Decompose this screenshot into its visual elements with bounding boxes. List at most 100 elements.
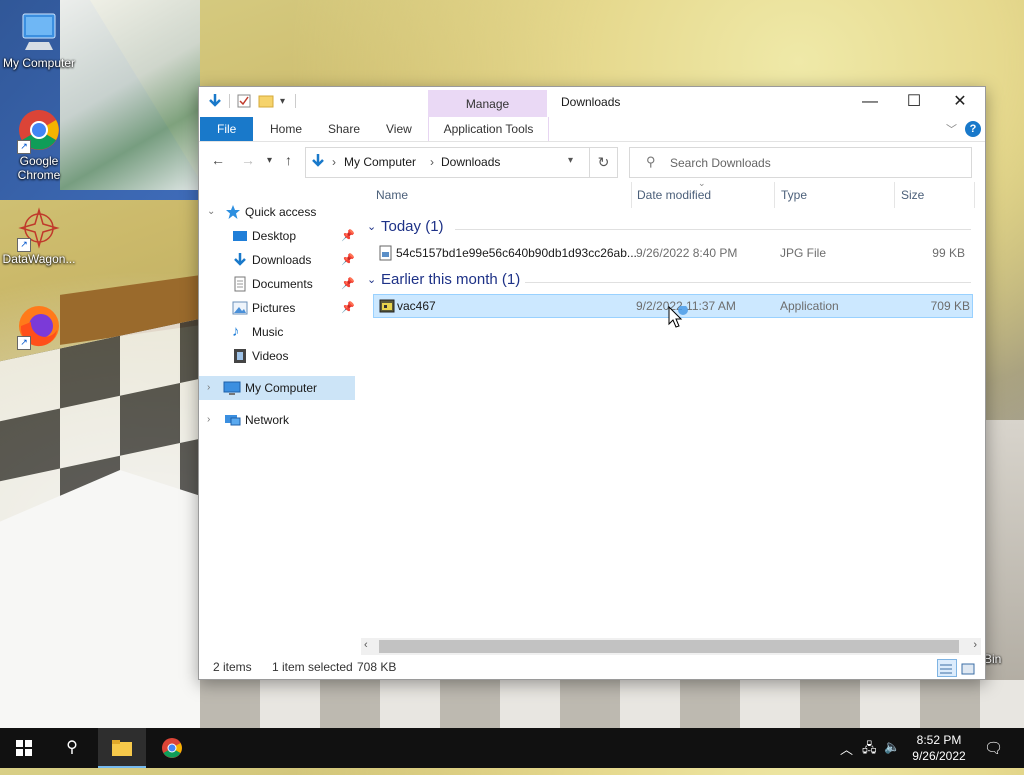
back-arrow-icon[interactable]: ←: [211, 152, 225, 168]
wallpaper-floor-bottom: [200, 680, 1024, 728]
horizontal-scrollbar[interactable]: ‹ ›: [361, 638, 981, 655]
details-view-icon[interactable]: [937, 659, 957, 677]
manage-context-tab[interactable]: Manage: [428, 90, 547, 117]
column-header-name[interactable]: Name: [376, 188, 408, 202]
breadcrumb-downloads[interactable]: Downloads: [441, 155, 500, 169]
column-separator[interactable]: [974, 182, 975, 208]
chevron-down-icon[interactable]: ⌄: [367, 273, 376, 286]
nav-item-documents[interactable]: Documents 📌: [199, 272, 355, 296]
volume-icon[interactable]: 🔈: [884, 739, 900, 755]
file-date: 9/26/2022 8:40 PM: [636, 246, 738, 260]
nav-item-videos[interactable]: Videos: [199, 344, 355, 368]
search-input[interactable]: ⚲ Search Downloads: [629, 147, 972, 178]
maximize-button[interactable]: ☐: [891, 87, 937, 117]
column-separator[interactable]: [631, 182, 632, 208]
wallpaper-painting: [60, 0, 200, 190]
desktop-icon-my-computer[interactable]: My Computer: [1, 10, 77, 70]
chevron-down-icon[interactable]: ▾: [568, 155, 573, 166]
column-header-size[interactable]: Size: [901, 188, 924, 202]
clock-date: 9/26/2022: [912, 749, 966, 763]
system-clock[interactable]: 8:52 PM 9/26/2022: [905, 732, 973, 764]
large-icons-view-icon[interactable]: [959, 659, 979, 677]
separator: [295, 94, 297, 108]
film-icon: [232, 348, 248, 364]
help-icon[interactable]: ?: [965, 121, 981, 137]
chevron-down-icon[interactable]: ⌄: [207, 200, 215, 224]
chevron-right-icon[interactable]: ›: [207, 376, 210, 400]
application-icon: [379, 298, 395, 321]
scroll-left-icon[interactable]: ‹: [364, 639, 368, 651]
breadcrumb-separator: ›: [430, 155, 434, 169]
group-title: Earlier this month (1): [381, 271, 521, 288]
scroll-right-icon[interactable]: ›: [973, 639, 977, 651]
nav-item-downloads[interactable]: Downloads 📌: [199, 248, 355, 272]
expand-ribbon-icon[interactable]: ﹀: [946, 121, 957, 137]
forward-arrow-icon[interactable]: →: [241, 152, 255, 168]
tab-view[interactable]: View: [375, 117, 423, 141]
nav-item-pictures[interactable]: Pictures 📌: [199, 296, 355, 320]
tab-home[interactable]: Home: [259, 117, 313, 141]
column-separator[interactable]: [774, 182, 775, 208]
tab-application-tools[interactable]: Application Tools: [428, 117, 549, 141]
desktop-icon-recycle-bin-label[interactable]: Bin: [984, 652, 1024, 666]
up-arrow-icon[interactable]: ↑: [285, 152, 292, 168]
search-button[interactable]: ⚲: [48, 728, 96, 768]
download-icon: [232, 252, 248, 268]
recent-locations-icon[interactable]: ▾: [267, 155, 272, 166]
nav-item-music[interactable]: ♪ Music: [199, 320, 355, 344]
refresh-button[interactable]: ↻: [589, 147, 618, 178]
file-row[interactable]: 54c5157bd1e99e56c640b90db1d93cc26ab... 9…: [373, 242, 971, 264]
breadcrumb-my-computer[interactable]: My Computer: [344, 155, 416, 169]
column-header-type[interactable]: Type: [781, 188, 807, 202]
group-header-earlier-this-month[interactable]: ⌄ Earlier this month (1): [365, 270, 975, 292]
quick-access-toolbar: ▾: [207, 93, 297, 109]
desktop-icon-datawagon[interactable]: ↗ DataWagon...: [1, 206, 77, 266]
nav-item-desktop[interactable]: Desktop 📌: [199, 224, 355, 248]
down-arrow-icon[interactable]: [207, 93, 223, 109]
nav-label: Music: [252, 325, 284, 339]
close-button[interactable]: ✕: [937, 87, 983, 117]
scrollbar-thumb[interactable]: [379, 640, 959, 653]
nav-label: Network: [245, 413, 290, 427]
status-item-count: 2 items: [213, 660, 252, 674]
new-folder-icon[interactable]: [258, 93, 274, 109]
desktop-icon-firefox[interactable]: ↗: [1, 304, 77, 350]
nav-item-my-computer[interactable]: › My Computer: [199, 376, 355, 400]
column-header-date-modified[interactable]: Date modified: [637, 188, 711, 202]
nav-item-network[interactable]: › Network: [199, 408, 355, 432]
taskbar-chrome[interactable]: [148, 728, 196, 768]
file-explorer-window: ▾ Manage Downloads — ☐ ✕ File Home Share…: [198, 86, 986, 680]
downloads-folder-icon: [310, 153, 326, 172]
file-name: vac467: [397, 299, 436, 313]
nav-label: Downloads: [252, 253, 312, 267]
notifications-icon[interactable]: 🗨: [984, 739, 1003, 757]
desktop-icon-label: Bin: [984, 652, 1002, 666]
shortcut-arrow-icon: ↗: [17, 336, 31, 350]
refresh-icon: ↻: [597, 154, 610, 170]
tab-file[interactable]: File: [200, 117, 254, 141]
group-header-today[interactable]: ⌄ Today (1): [365, 217, 975, 239]
windows-logo-icon: [16, 740, 32, 756]
properties-icon[interactable]: [236, 93, 252, 109]
search-icon: ⚲: [66, 739, 78, 756]
tab-share[interactable]: Share: [317, 117, 371, 141]
show-hidden-icons-icon[interactable]: ︿: [840, 739, 853, 758]
customize-toolbar-icon[interactable]: ▾: [280, 96, 285, 107]
column-separator[interactable]: [894, 182, 895, 208]
address-bar[interactable]: › My Computer › Downloads ▾: [305, 147, 590, 178]
pictures-icon: [232, 300, 248, 316]
minimize-button[interactable]: —: [847, 87, 893, 117]
chevron-down-icon[interactable]: ⌄: [367, 220, 376, 233]
shortcut-arrow-icon: ↗: [17, 238, 31, 252]
desktop-icon-google-chrome[interactable]: ↗ Google Chrome: [1, 108, 77, 182]
breadcrumb-separator: ›: [332, 155, 336, 169]
start-button[interactable]: [0, 728, 48, 768]
pin-icon: 📌: [341, 230, 355, 242]
desktop-icon: [232, 228, 248, 244]
chevron-right-icon[interactable]: ›: [207, 408, 210, 432]
nav-quick-access[interactable]: ⌄ Quick access: [199, 200, 355, 224]
title-bar: ▾ Manage Downloads — ☐ ✕: [199, 87, 985, 117]
maximize-icon: ☐: [906, 93, 922, 110]
network-status-icon[interactable]: 🖧: [862, 739, 877, 761]
taskbar-file-explorer[interactable]: [98, 728, 146, 768]
